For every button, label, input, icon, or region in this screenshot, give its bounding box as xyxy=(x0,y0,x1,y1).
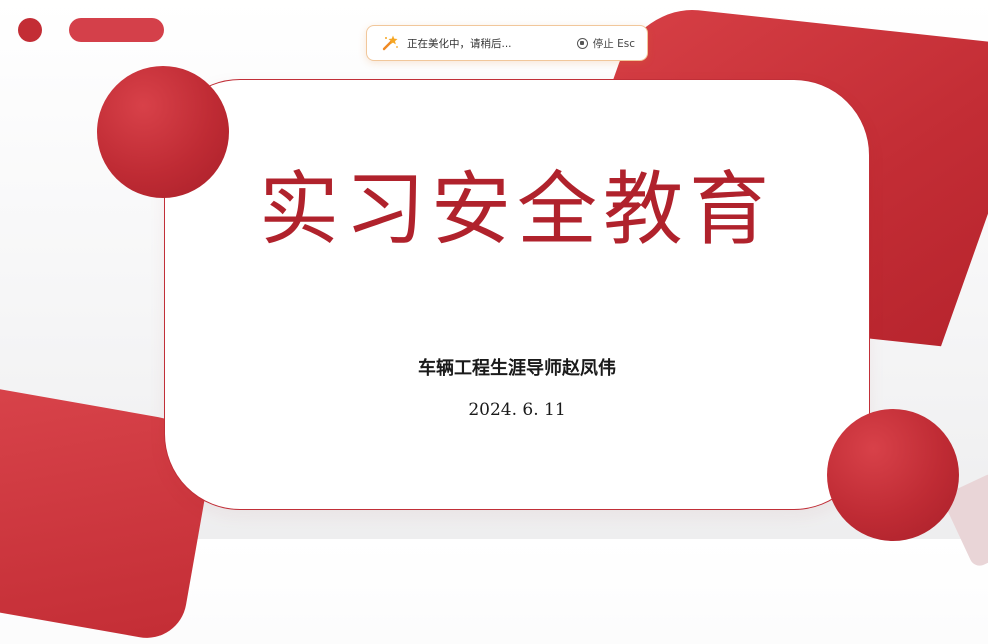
stop-beautify-button[interactable]: 停止 Esc xyxy=(576,36,635,51)
magic-wand-icon xyxy=(381,34,399,52)
title-card xyxy=(164,79,870,510)
beautify-status-text: 正在美化中，请稍后... xyxy=(407,37,512,50)
stop-circle-icon xyxy=(576,37,588,49)
presenter-name: 车辆工程生涯导师赵凤伟 xyxy=(418,358,616,379)
stop-button-label: 停止 Esc xyxy=(592,37,635,50)
slide-title: 实习安全教育 xyxy=(259,163,775,256)
beautify-status-toast: 正在美化中，请稍后... 停止 Esc xyxy=(366,25,648,61)
decorative-red-circle-bottom-right xyxy=(827,409,959,541)
decorative-red-dot xyxy=(18,18,42,42)
presentation-date: 2024. 6. 11 xyxy=(468,400,566,420)
decorative-red-pill xyxy=(69,18,164,42)
